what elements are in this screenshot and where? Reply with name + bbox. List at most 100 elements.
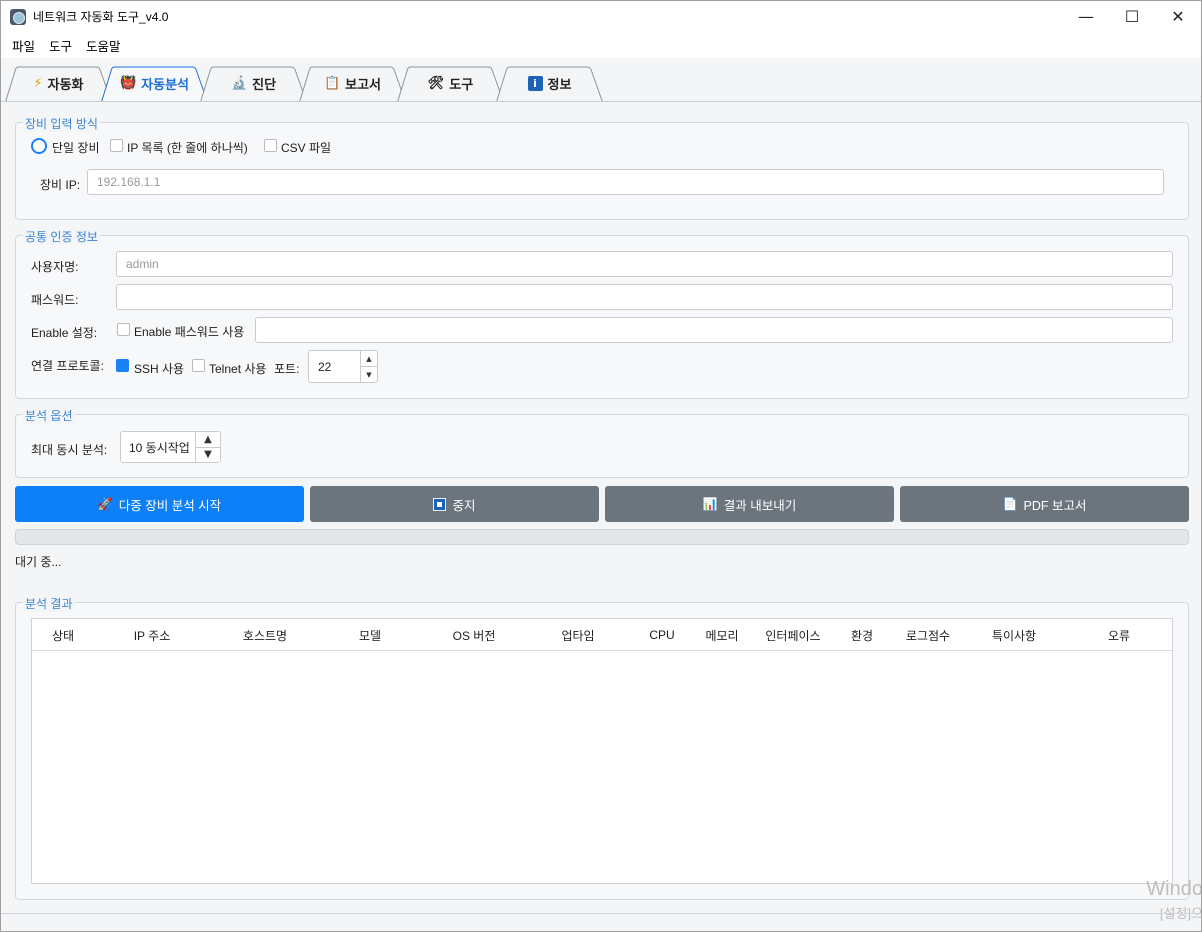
clipboard-icon: 📋 bbox=[323, 76, 341, 91]
password-label: 패스워드: bbox=[31, 293, 79, 307]
username-input[interactable]: admin bbox=[116, 251, 1173, 277]
column-header-uptime[interactable]: 업타임 bbox=[528, 619, 628, 651]
tab-label: 정보 bbox=[547, 77, 572, 92]
column-header-ip[interactable]: IP 주소 bbox=[94, 619, 210, 651]
column-header-hostname[interactable]: 호스트명 bbox=[210, 619, 320, 651]
port-spinbox[interactable]: 22 ▲ ▼ bbox=[308, 350, 378, 383]
bar-chart-icon: 📊 bbox=[702, 497, 718, 511]
column-header-cpu[interactable]: CPU bbox=[628, 619, 696, 651]
window-controls: — ☐ ✕ bbox=[1063, 1, 1201, 32]
telnet-label[interactable]: Telnet 사용 bbox=[209, 360, 266, 377]
ssh-label[interactable]: SSH 사용 bbox=[134, 360, 184, 377]
port-up-icon[interactable]: ▲ bbox=[361, 351, 377, 366]
concurrency-up-icon[interactable]: ▲ bbox=[196, 432, 220, 447]
stop-label: 중지 bbox=[452, 498, 476, 513]
tools-icon: 🛠 bbox=[427, 76, 445, 91]
pdf-report-label: PDF 보고서 bbox=[1023, 498, 1087, 513]
rocket-icon: 🚀 bbox=[97, 497, 113, 511]
lightning-icon: ⚡ bbox=[33, 76, 43, 91]
port-value[interactable]: 22 bbox=[318, 360, 331, 374]
enable-password-check-label[interactable]: Enable 패스워드 사용 bbox=[134, 323, 244, 340]
results-table[interactable]: 상태 IP 주소 호스트명 모델 OS 버전 업타임 CPU 메모리 인터페이스… bbox=[31, 618, 1173, 884]
device-input-title: 장비 입력 방식 bbox=[23, 115, 100, 132]
tab-automation[interactable]: ⚡ 자동화 bbox=[5, 65, 112, 102]
username-label: 사용자명: bbox=[31, 260, 79, 274]
app-window: 네트워크 자동화 도구_v4.0 — ☐ ✕ 파일 도구 도움말 ⚡ 자동화 👹… bbox=[0, 0, 1202, 932]
checkbox-enable-password[interactable] bbox=[117, 323, 130, 336]
export-results-label: 결과 내보내기 bbox=[723, 498, 797, 513]
pdf-report-button[interactable]: 📄 PDF 보고서 bbox=[900, 486, 1189, 522]
tab-tools[interactable]: 🛠 도구 bbox=[397, 65, 504, 102]
auth-title: 공통 인증 정보 bbox=[23, 228, 100, 245]
concurrency-value[interactable]: 10 동시작업 bbox=[129, 439, 190, 456]
tab-label: 진단 bbox=[252, 77, 277, 92]
enable-password-input[interactable] bbox=[255, 317, 1173, 343]
tab-info[interactable]: i 정보 bbox=[496, 65, 603, 102]
csv-file-label[interactable]: CSV 파일 bbox=[281, 139, 331, 156]
document-icon: 📄 bbox=[1002, 497, 1018, 511]
device-ip-input[interactable]: 192.168.1.1 bbox=[87, 169, 1164, 195]
tab-auto-analysis[interactable]: 👹 자동분석 bbox=[101, 65, 208, 102]
concurrency-down-icon[interactable]: ▼ bbox=[196, 446, 220, 463]
mask-icon: 👹 bbox=[119, 76, 137, 91]
radio-single-device[interactable] bbox=[31, 138, 47, 154]
column-header-log-score[interactable]: 로그점수 bbox=[886, 619, 970, 651]
checkbox-telnet[interactable] bbox=[192, 359, 205, 372]
menu-help[interactable]: 도움말 bbox=[79, 36, 128, 55]
tab-bar: ⚡ 자동화 👹 자동분석 🔬 진단 📋 보고서 🛠 도구 i 정보 bbox=[1, 61, 1201, 103]
column-header-model[interactable]: 모델 bbox=[320, 619, 420, 651]
checkbox-ssh[interactable] bbox=[116, 359, 129, 372]
tab-label: 자동분석 bbox=[141, 77, 190, 92]
minimize-button[interactable]: — bbox=[1063, 1, 1109, 32]
export-results-button[interactable]: 📊 결과 내보내기 bbox=[605, 486, 894, 522]
ip-list-label[interactable]: IP 목록 (한 줄에 하나씩) bbox=[127, 139, 248, 156]
enable-label: Enable 설정: bbox=[31, 326, 98, 340]
close-button[interactable]: ✕ bbox=[1155, 1, 1201, 32]
checkbox-csv-file[interactable] bbox=[264, 139, 277, 152]
tab-label: 보고서 bbox=[345, 77, 382, 92]
info-icon: i bbox=[527, 76, 543, 91]
concurrency-stepper[interactable]: ▲ ▼ bbox=[195, 432, 220, 462]
radio-single-label[interactable]: 단일 장비 bbox=[52, 139, 100, 156]
maximize-button[interactable]: ☐ bbox=[1109, 1, 1155, 32]
concurrency-spinbox[interactable]: 10 동시작업 ▲ ▼ bbox=[120, 431, 221, 463]
column-header-status[interactable]: 상태 bbox=[32, 619, 94, 651]
column-header-interface[interactable]: 인터페이스 bbox=[748, 619, 838, 651]
progress-bar bbox=[15, 529, 1189, 545]
start-analysis-button[interactable]: 🚀 다중 장비 분석 시작 bbox=[15, 486, 304, 522]
results-table-header: 상태 IP 주소 호스트명 모델 OS 버전 업타임 CPU 메모리 인터페이스… bbox=[32, 619, 1172, 651]
column-header-error[interactable]: 오류 bbox=[1058, 619, 1180, 651]
port-stepper[interactable]: ▲ ▼ bbox=[360, 351, 377, 382]
password-input[interactable] bbox=[116, 284, 1173, 310]
status-divider bbox=[1, 913, 1201, 914]
menu-file[interactable]: 파일 bbox=[5, 36, 42, 55]
window-title: 네트워크 자동화 도구_v4.0 bbox=[33, 10, 169, 24]
protocol-label: 연결 프로토콜: bbox=[31, 359, 104, 373]
microscope-icon: 🔬 bbox=[230, 76, 248, 91]
results-title: 분석 결과 bbox=[23, 595, 75, 612]
tab-divider bbox=[1, 101, 1201, 102]
start-analysis-label: 다중 장비 분석 시작 bbox=[118, 498, 222, 513]
port-label: 포트: bbox=[274, 362, 300, 376]
app-icon bbox=[10, 8, 26, 25]
port-down-icon[interactable]: ▼ bbox=[361, 366, 377, 382]
checkbox-ip-list[interactable] bbox=[110, 139, 123, 152]
column-header-os-version[interactable]: OS 버전 bbox=[420, 619, 528, 651]
menu-tools[interactable]: 도구 bbox=[42, 36, 79, 55]
column-header-environment[interactable]: 환경 bbox=[838, 619, 886, 651]
windows-activation-watermark: Windo bbox=[1146, 878, 1202, 900]
concurrency-label: 최대 동시 분석: bbox=[31, 443, 108, 457]
tab-report[interactable]: 📋 보고서 bbox=[299, 65, 406, 102]
title-bar: 네트워크 자동화 도구_v4.0 — ☐ ✕ bbox=[1, 1, 1201, 32]
device-ip-label: 장비 IP: bbox=[40, 178, 81, 192]
column-header-memory[interactable]: 메모리 bbox=[696, 619, 748, 651]
analysis-options-title: 분석 옵션 bbox=[23, 407, 75, 424]
menu-bar: 파일 도구 도움말 bbox=[1, 32, 1201, 58]
tab-diagnosis[interactable]: 🔬 진단 bbox=[200, 65, 307, 102]
tab-label: 도구 bbox=[449, 77, 474, 92]
stop-icon bbox=[433, 497, 447, 511]
column-header-notes[interactable]: 특이사항 bbox=[970, 619, 1058, 651]
stop-button[interactable]: 중지 bbox=[310, 486, 599, 522]
status-text: 대기 중... bbox=[15, 555, 62, 569]
tab-label: 자동화 bbox=[47, 77, 84, 92]
